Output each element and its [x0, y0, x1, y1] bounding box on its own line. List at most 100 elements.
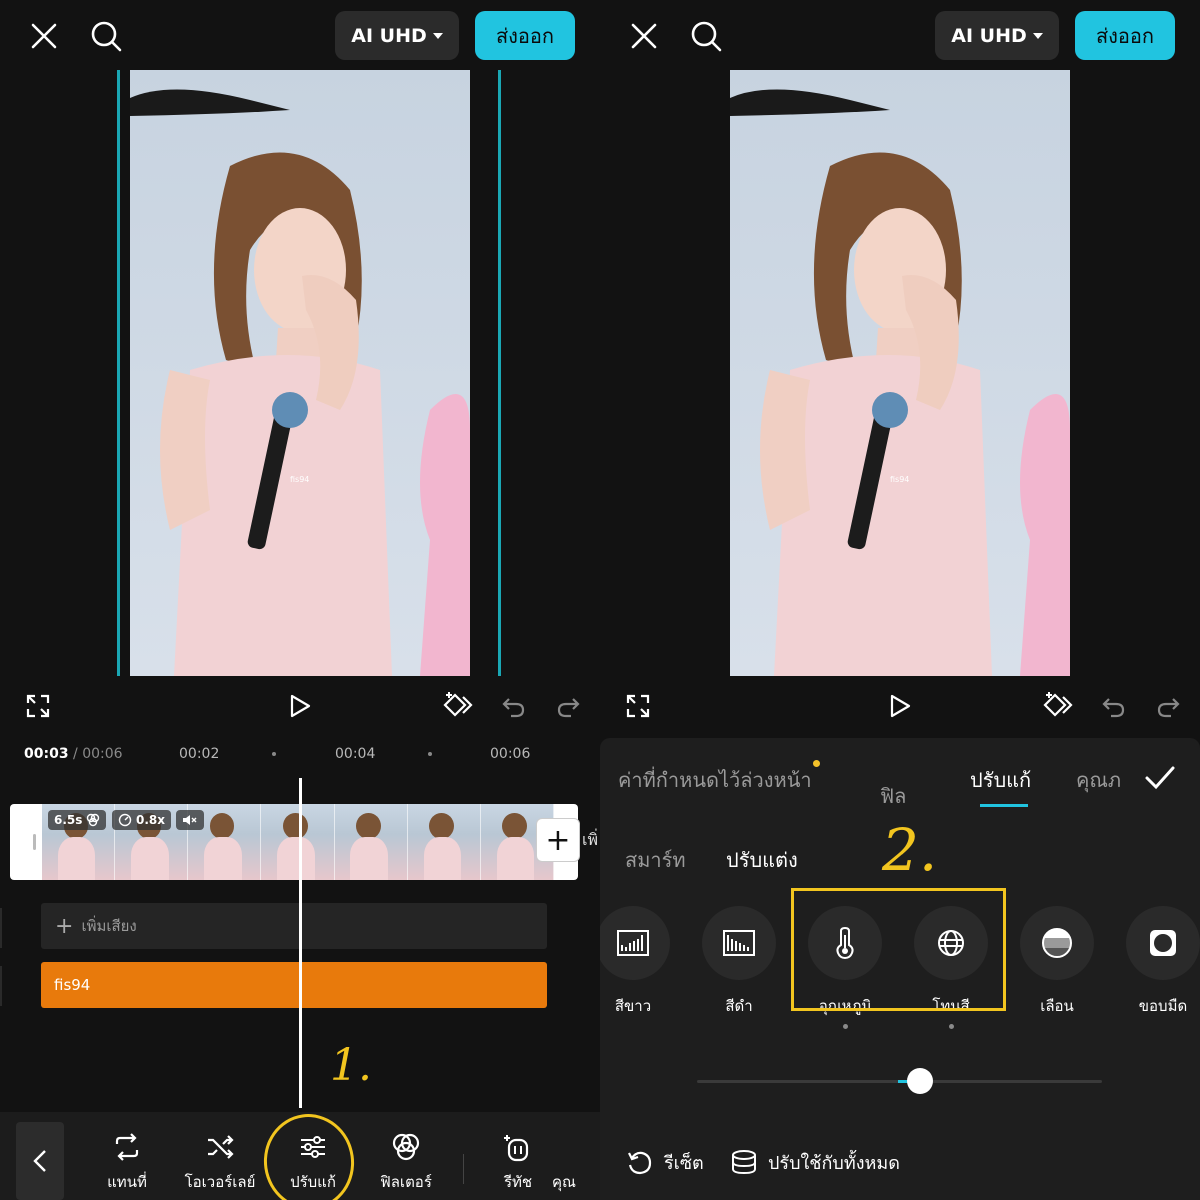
tab-quality[interactable]: คุณภ [1076, 764, 1121, 796]
fade-icon [1042, 928, 1072, 958]
tick-dot [272, 752, 276, 756]
play-icon [290, 694, 311, 718]
undo-button[interactable] [1094, 686, 1134, 726]
tool-label: ฟิลเตอร์ [380, 1173, 432, 1191]
play-button[interactable] [280, 686, 320, 726]
fullscreen-icon [26, 694, 50, 718]
keyframe-icon [1043, 692, 1073, 717]
keyframe-button[interactable] [1040, 686, 1080, 726]
subtab-tune[interactable]: ปรับแต่ง [726, 844, 798, 876]
toolbar-divider [463, 1154, 464, 1184]
clip-frame [261, 804, 335, 880]
apply-all-button[interactable]: ปรับใช้กับทั้งหมด [730, 1148, 900, 1177]
adjust-label: เลือน [1040, 997, 1074, 1015]
add-clip-button[interactable]: + [536, 818, 580, 862]
tool-label: รีทัช [503, 1173, 533, 1191]
fullscreen-button[interactable] [618, 686, 658, 726]
clip-frame [334, 804, 408, 880]
tab-label: ค่าที่กำหนดไว้ล่วงหน้า [618, 768, 812, 792]
close-icon [631, 23, 657, 49]
play-button[interactable] [880, 686, 920, 726]
blacks-icon [723, 930, 755, 956]
reset-label: รีเซ็ต [664, 1153, 704, 1174]
close-button[interactable] [24, 16, 64, 56]
adjust-blacks-circle [702, 906, 776, 980]
adjust-label: สีดำ [725, 997, 753, 1015]
search-icon [691, 21, 722, 52]
reset-button[interactable]: รีเซ็ต [626, 1148, 704, 1177]
track-edge [0, 908, 2, 948]
tool-replace[interactable]: แทนที่ [81, 1132, 173, 1194]
tool-retouch[interactable]: รีทัช [472, 1132, 564, 1194]
replace-icon [115, 1133, 139, 1161]
tab-filter[interactable]: ฟิล [880, 780, 906, 812]
player-controls [600, 676, 1200, 736]
vignette-icon [1150, 930, 1176, 956]
preview-image: fis94 [130, 70, 470, 676]
tool-quality[interactable]: คุณ [552, 1132, 600, 1194]
tab-presets[interactable]: ค่าที่กำหนดไว้ล่วงหน้า [618, 760, 820, 796]
search-icon [91, 21, 122, 52]
keyframe-icon [443, 692, 473, 717]
clip-duration-badge: 6.5s [48, 810, 107, 830]
apply-all-label: ปรับใช้กับทั้งหมด [768, 1153, 900, 1174]
tool-label: โอเวอร์เลย์ [184, 1173, 256, 1191]
watermark-text: fis94 [290, 475, 309, 484]
top-bar: AI UHD ส่งออก [0, 0, 600, 70]
adjust-sheet: ค่าที่กำหนดไว้ล่วงหน้า ฟิล ปรับแก้ คุณภ … [600, 738, 1200, 1200]
adjust-label: สีขาว [614, 997, 652, 1015]
chevron-down-icon [1032, 32, 1043, 39]
video-preview[interactable]: fis94 [130, 70, 470, 676]
new-indicator-dot [812, 760, 820, 767]
close-button[interactable] [624, 16, 664, 56]
playhead[interactable] [299, 778, 302, 1108]
clip-speed-badge: 0.8x [112, 810, 171, 830]
adjust-whites[interactable]: สีขาว [600, 906, 678, 1018]
clip-duration: 6.5s [54, 813, 83, 827]
tool-label: คุณ [552, 1173, 576, 1191]
fullscreen-button[interactable] [18, 686, 58, 726]
add-audio-button[interactable]: + เพิ่มเสียง [41, 903, 547, 949]
export-button[interactable]: ส่งออก [1075, 11, 1175, 60]
add-clip-label: เพิ่ [582, 830, 599, 849]
video-preview[interactable]: fis94 [730, 70, 1070, 676]
adjust-vignette[interactable]: ขอบมืด [1118, 906, 1200, 1018]
text-track-clip[interactable]: fis94 [41, 962, 547, 1008]
back-button[interactable] [16, 1122, 64, 1200]
keyframe-button[interactable] [440, 686, 480, 726]
confirm-button[interactable] [1140, 758, 1180, 798]
quality-dropdown[interactable]: AI UHD [935, 11, 1059, 60]
adjust-blacks[interactable]: สีดำ [694, 906, 784, 1018]
reset-icon [628, 1151, 652, 1174]
adjust-fade-circle [1020, 906, 1094, 980]
canvas-bound-right [498, 70, 501, 676]
search-button[interactable] [686, 16, 726, 56]
search-button[interactable] [86, 16, 126, 56]
quality-dropdown[interactable]: AI UHD [335, 11, 459, 60]
redo-button[interactable] [548, 686, 588, 726]
player-controls [0, 676, 600, 736]
undo-button[interactable] [494, 686, 534, 726]
adjust-fade[interactable]: เลือน [1012, 906, 1102, 1018]
clip-trim-handle[interactable] [33, 834, 36, 850]
export-button[interactable]: ส่งออก [475, 11, 575, 60]
intensity-slider-handle[interactable] [906, 1068, 933, 1094]
plus-icon: + [55, 913, 74, 939]
whites-icon [617, 930, 649, 956]
text-track-label: fis94 [54, 976, 91, 994]
tool-filter[interactable]: ฟิลเตอร์ [360, 1132, 452, 1194]
fullscreen-icon [626, 694, 650, 718]
step-annotation-2: 2. [882, 816, 938, 884]
close-icon [31, 23, 57, 49]
checkmark-icon [1145, 766, 1175, 790]
video-clip[interactable]: 6.5s 0.8x [10, 804, 578, 880]
chevron-down-icon [432, 32, 443, 39]
subtab-smart[interactable]: สมาร์ท [625, 844, 686, 876]
quality-label: AI UHD [351, 24, 427, 47]
tick-label: 00:02 [179, 746, 220, 762]
mute-badge [176, 810, 204, 830]
redo-button[interactable] [1148, 686, 1188, 726]
adjust-whites-circle [600, 906, 670, 980]
tab-adjust[interactable]: ปรับแก้ [970, 764, 1031, 796]
tool-overlay[interactable]: โอเวอร์เลย์ [174, 1132, 266, 1194]
